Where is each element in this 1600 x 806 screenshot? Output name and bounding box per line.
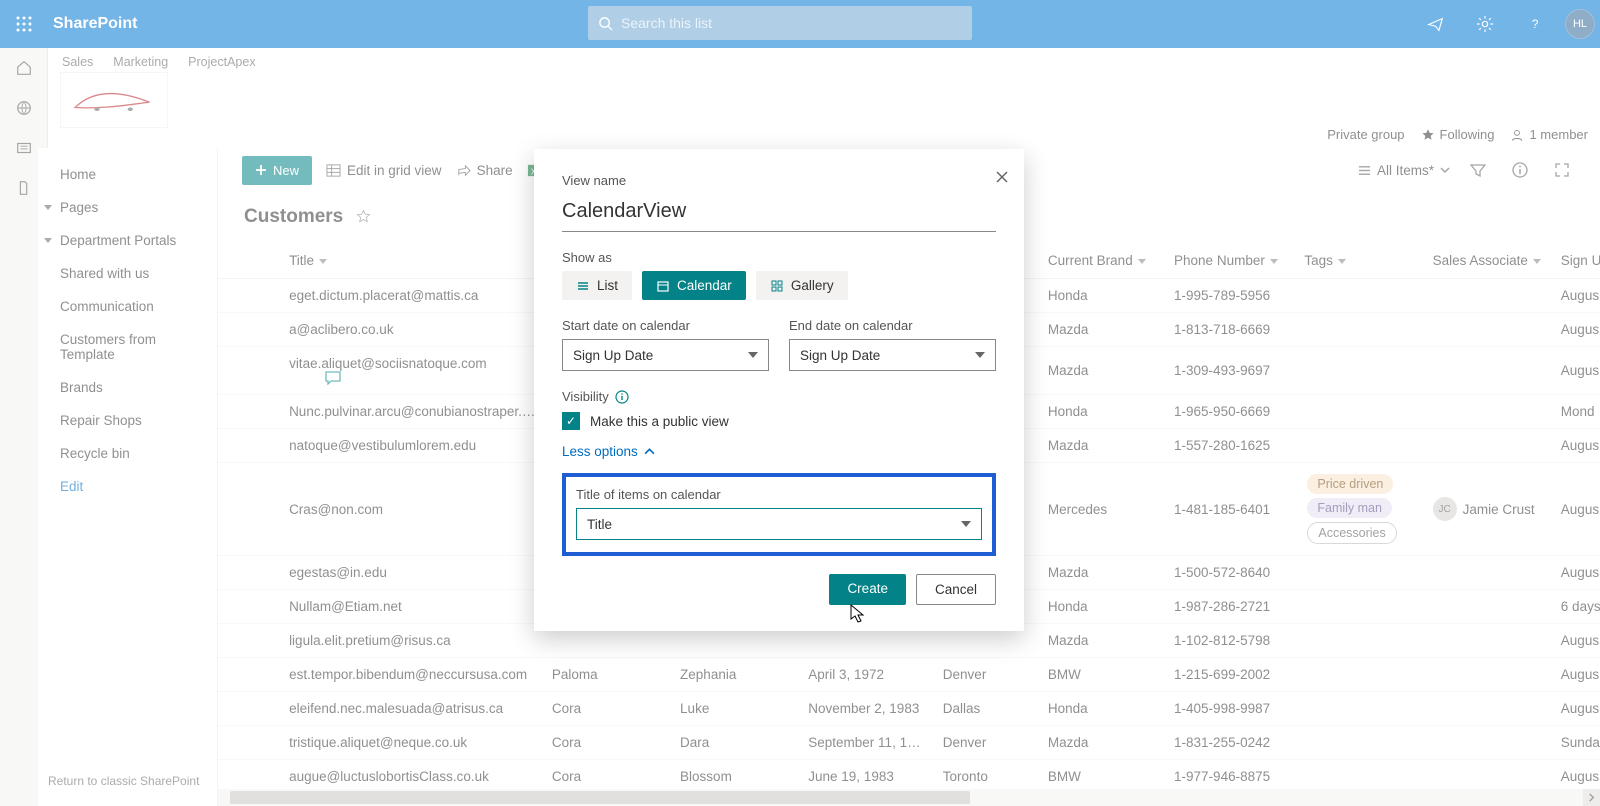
title-items-select[interactable]: Title bbox=[576, 508, 982, 540]
visibility-label-wrap: Visibility bbox=[562, 389, 996, 404]
pill-calendar-label: Calendar bbox=[677, 278, 732, 293]
end-date-label: End date on calendar bbox=[789, 318, 996, 333]
public-view-checkbox-row[interactable]: ✓ Make this a public view bbox=[562, 412, 996, 430]
dialog-footer: Create Cancel bbox=[562, 574, 996, 605]
close-button[interactable] bbox=[986, 161, 1018, 193]
close-icon bbox=[995, 170, 1009, 184]
create-button[interactable]: Create bbox=[829, 574, 906, 605]
title-items-highlight: Title of items on calendar Title bbox=[562, 473, 996, 556]
title-items-label: Title of items on calendar bbox=[576, 487, 982, 502]
chevron-down-icon bbox=[748, 352, 758, 358]
start-date-select[interactable]: Sign Up Date bbox=[562, 339, 769, 371]
start-date-value: Sign Up Date bbox=[573, 348, 653, 363]
info-circle-icon[interactable] bbox=[615, 390, 629, 404]
end-date-select[interactable]: Sign Up Date bbox=[789, 339, 996, 371]
start-date-label: Start date on calendar bbox=[562, 318, 769, 333]
calendar-icon bbox=[656, 279, 670, 293]
less-options-label: Less options bbox=[562, 444, 638, 459]
date-row: Start date on calendar Sign Up Date End … bbox=[562, 318, 996, 371]
chevron-down-icon bbox=[961, 521, 971, 527]
pill-gallery[interactable]: Gallery bbox=[756, 271, 848, 300]
pill-list-label: List bbox=[597, 278, 618, 293]
view-name-input[interactable] bbox=[562, 194, 996, 232]
visibility-label: Visibility bbox=[562, 389, 609, 404]
chevron-down-icon bbox=[975, 352, 985, 358]
gallery-icon bbox=[770, 279, 784, 293]
end-date-value: Sign Up Date bbox=[800, 348, 880, 363]
pill-gallery-label: Gallery bbox=[791, 278, 834, 293]
less-options-link[interactable]: Less options bbox=[562, 444, 996, 459]
pill-list[interactable]: List bbox=[562, 271, 632, 300]
view-name-label: View name bbox=[562, 173, 996, 188]
pill-calendar[interactable]: Calendar bbox=[642, 271, 746, 300]
cancel-button[interactable]: Cancel bbox=[916, 574, 996, 605]
title-items-value: Title bbox=[587, 517, 612, 532]
chevron-up-icon bbox=[644, 446, 655, 457]
show-as-pills: List Calendar Gallery bbox=[562, 271, 996, 300]
create-view-dialog: View name Show as List Calendar Gallery … bbox=[534, 149, 1024, 631]
checkbox-checked-icon[interactable]: ✓ bbox=[562, 412, 580, 430]
public-view-label: Make this a public view bbox=[590, 414, 729, 429]
list-icon bbox=[576, 279, 590, 293]
show-as-label: Show as bbox=[562, 250, 996, 265]
